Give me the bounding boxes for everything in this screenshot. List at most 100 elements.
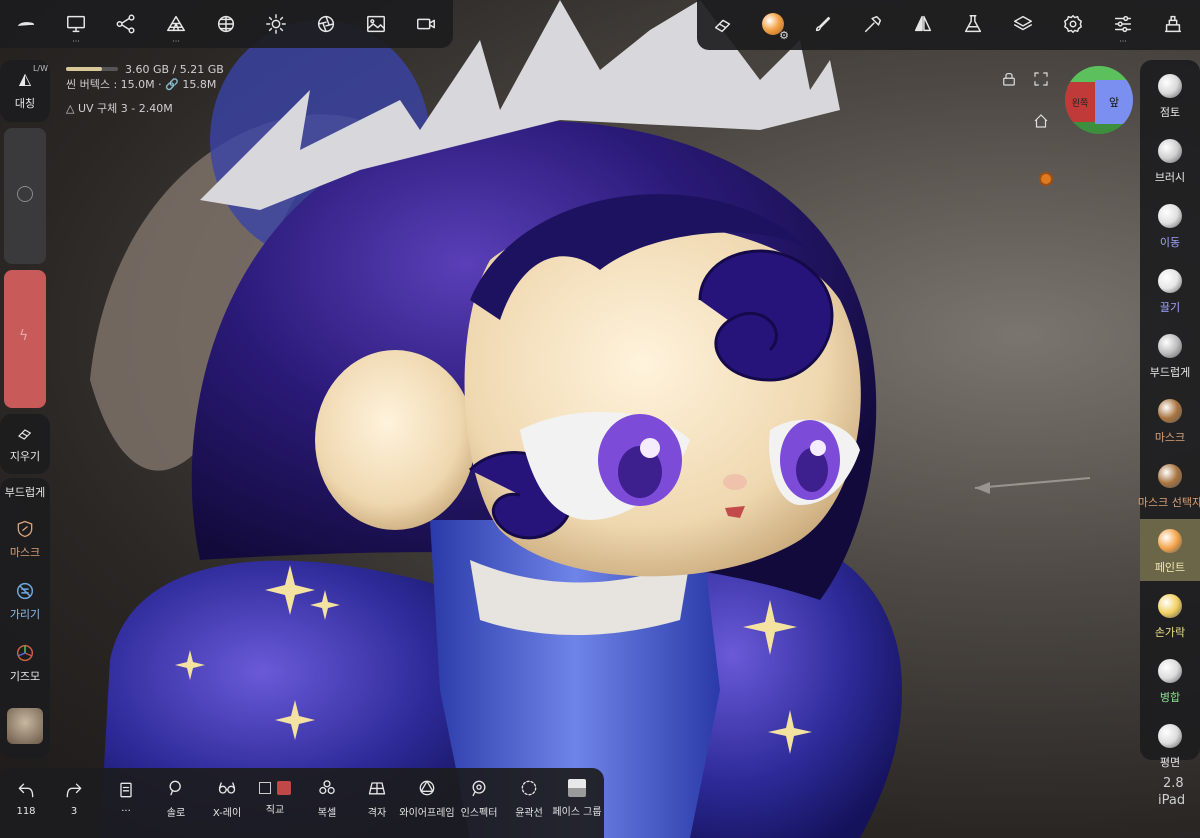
files-icon[interactable] bbox=[4, 4, 48, 44]
view-cube-left-face: 왼쪽 bbox=[1065, 82, 1095, 122]
face-group-icon bbox=[568, 778, 586, 797]
thumbnail-preview bbox=[7, 708, 43, 744]
wireframe-icon bbox=[419, 780, 435, 795]
solo-button[interactable]: 솔로 bbox=[152, 768, 200, 828]
right-sidebar: 점토 브러시 이동 끌기 부드럽게 마스크 마스크 선택자 페인트 손가락 병합 평면 bbox=[1137, 60, 1200, 769]
hide-button[interactable]: 가리기 bbox=[0, 580, 50, 622]
symmetry-icon[interactable] bbox=[901, 4, 945, 44]
eraser-button[interactable]: 지우기 bbox=[0, 414, 50, 474]
xray-label: X-레이 bbox=[212, 807, 242, 819]
left-sidebar: ◭ L/W 대칭 ϟ 지우기 부드럽게 마스크 가리기 기즈모 bbox=[0, 60, 50, 760]
xray-glasses-icon bbox=[218, 781, 236, 794]
fullscreen-icon[interactable] bbox=[1032, 70, 1052, 90]
smooth-button[interactable]: 부드럽게 bbox=[0, 484, 50, 500]
view-cube-front-label: 앞 bbox=[1108, 96, 1120, 109]
settings-gear-small-icon: ⚙ bbox=[779, 29, 789, 42]
tool-4[interactable]: 부드럽게 bbox=[1140, 324, 1200, 386]
version-number: 2.8 bbox=[1163, 776, 1184, 791]
flask-icon[interactable] bbox=[951, 4, 995, 44]
video-record-icon[interactable] bbox=[404, 4, 448, 44]
material-sphere-icon[interactable] bbox=[204, 4, 248, 44]
eraser-tool-icon[interactable] bbox=[701, 4, 745, 44]
tool-label: 마스크 선택자 bbox=[1137, 496, 1200, 509]
settings-gear-icon[interactable] bbox=[1051, 4, 1095, 44]
gizmo-icon bbox=[16, 644, 34, 662]
tool-ball-icon bbox=[1158, 529, 1182, 553]
camera-aperture-icon[interactable] bbox=[304, 4, 348, 44]
tool-9[interactable]: 병합 bbox=[1140, 649, 1200, 711]
inspector-eye-icon bbox=[472, 780, 486, 796]
tool-ball-icon bbox=[1158, 594, 1182, 618]
tool-2[interactable]: 이동 bbox=[1140, 194, 1200, 256]
symmetry-badge: L/W bbox=[32, 64, 48, 73]
memory-usage: 3.60 GB / 5.21 GB bbox=[125, 63, 224, 76]
face-group-button[interactable]: 페이스 그룹 bbox=[550, 768, 604, 828]
gizmo-button[interactable]: 기즈모 bbox=[0, 642, 50, 684]
ortho-cube-icon bbox=[277, 780, 291, 795]
tool-label: 브러시 bbox=[1154, 171, 1186, 184]
topology-pyramid-icon[interactable]: ··· bbox=[154, 4, 198, 46]
mesh-count: - 2.40M bbox=[131, 102, 173, 115]
inspector-button[interactable]: 인스펙터 bbox=[456, 768, 502, 828]
wireframe-button[interactable]: 와이어프레임 bbox=[396, 768, 458, 828]
redo-icon bbox=[66, 783, 82, 797]
eraser-label: 지우기 bbox=[9, 450, 41, 463]
slider-target-icon bbox=[17, 186, 33, 202]
tool-ball-icon bbox=[1158, 724, 1182, 748]
top-right-toolbar: ⚙ ··· bbox=[697, 0, 1200, 50]
symmetry-icon: ◭ bbox=[18, 69, 32, 88]
tool-ball-icon bbox=[1158, 204, 1182, 228]
tool-ball-icon bbox=[1158, 74, 1182, 98]
home-view-icon[interactable] bbox=[1032, 112, 1052, 132]
tool-3[interactable]: 끌기 bbox=[1140, 259, 1200, 321]
history-button[interactable]: ··· bbox=[104, 768, 148, 828]
memory-bar bbox=[66, 67, 118, 71]
undo-icon bbox=[18, 783, 34, 797]
ortho-button[interactable]: 직교 bbox=[250, 768, 300, 828]
tool-ball-icon bbox=[1158, 269, 1182, 293]
hide-icon bbox=[16, 582, 34, 600]
redo-button[interactable]: 3 bbox=[52, 768, 96, 828]
hammer-icon[interactable] bbox=[851, 4, 895, 44]
pivot-point[interactable] bbox=[1039, 172, 1053, 186]
lock-icon[interactable] bbox=[1000, 70, 1020, 90]
brush-size-slider[interactable] bbox=[4, 128, 46, 264]
mask-button[interactable]: 마스크 bbox=[0, 518, 50, 560]
tool-6[interactable]: 마스크 선택자 bbox=[1137, 454, 1200, 516]
outline-button[interactable]: 윤곽선 bbox=[506, 768, 552, 828]
lighting-sun-icon[interactable] bbox=[254, 4, 298, 44]
object-thumbnail[interactable] bbox=[0, 698, 50, 756]
image-export-icon[interactable] bbox=[354, 4, 398, 44]
xray-button[interactable]: X-레이 bbox=[204, 768, 250, 828]
layers-icon[interactable] bbox=[1001, 4, 1045, 44]
sliders-icon[interactable]: ··· bbox=[1101, 4, 1145, 46]
intensity-slider[interactable]: ϟ bbox=[4, 270, 46, 408]
paint-brush-icon[interactable] bbox=[801, 4, 845, 44]
tool-10[interactable]: 평면 bbox=[1140, 714, 1200, 776]
symmetry-button[interactable]: ◭ L/W 대칭 bbox=[0, 60, 50, 122]
undo-button[interactable]: 118 bbox=[4, 768, 48, 828]
material-ball-icon[interactable]: ⚙ bbox=[751, 4, 795, 44]
view-cube[interactable]: 왼쪽 앞 bbox=[1065, 66, 1133, 134]
tool-0[interactable]: 점토 bbox=[1140, 64, 1200, 126]
tool-7[interactable]: 페인트 bbox=[1140, 519, 1200, 581]
tool-1[interactable]: 브러시 bbox=[1140, 129, 1200, 191]
tool-ball-icon bbox=[1158, 399, 1182, 423]
top-left-toolbar: ··· ··· bbox=[0, 0, 453, 48]
tool-5[interactable]: 마스크 bbox=[1140, 389, 1200, 451]
stamp-tool-icon[interactable] bbox=[1151, 4, 1195, 44]
grid-button[interactable]: 격자 bbox=[354, 768, 400, 828]
scene-monitor-icon[interactable]: ··· bbox=[54, 4, 98, 46]
tool-8[interactable]: 손가락 bbox=[1140, 584, 1200, 646]
tool-label: 이동 bbox=[1159, 236, 1181, 249]
solo-search-icon bbox=[169, 780, 181, 795]
memory-bar-fill bbox=[66, 67, 102, 71]
scene-graph-icon[interactable] bbox=[104, 4, 148, 44]
mesh-name: UV 구체 3 bbox=[77, 102, 128, 115]
tool-label: 페인트 bbox=[1154, 561, 1186, 574]
redo-count: 3 bbox=[70, 805, 78, 817]
perspective-square-icon bbox=[259, 781, 271, 794]
voxel-button[interactable]: 복셀 bbox=[304, 768, 350, 828]
sculpt-viewport[interactable] bbox=[0, 0, 1200, 838]
tool-label: 점토 bbox=[1159, 106, 1181, 119]
